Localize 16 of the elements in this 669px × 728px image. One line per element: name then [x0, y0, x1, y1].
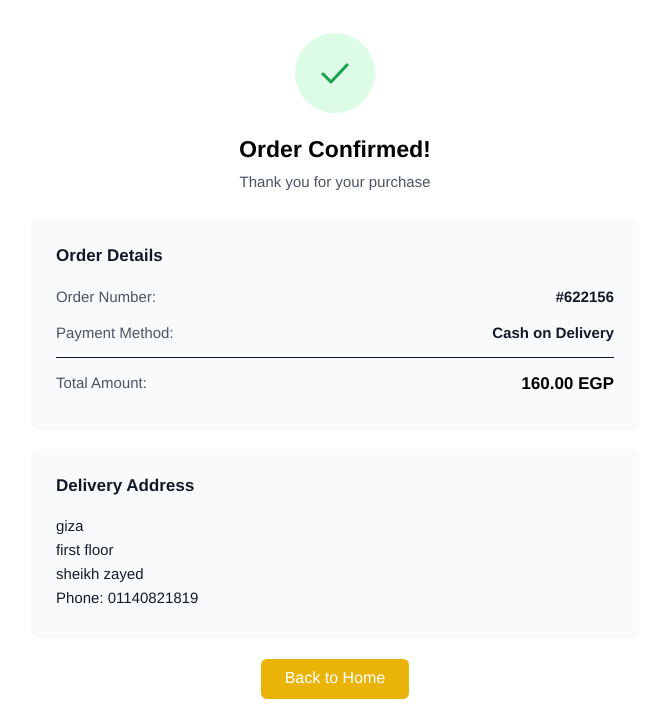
detail-value: #622156	[556, 288, 614, 308]
address-line: first floor	[56, 541, 115, 561]
card-heading: Order Details	[56, 245, 164, 267]
card-heading: Delivery Address	[56, 475, 196, 497]
page-title: Order Confirmed!	[239, 135, 431, 163]
detail-label: Payment Method:	[56, 324, 174, 344]
check-circle-icon	[295, 33, 375, 113]
address-line: Phone: 01140821819	[56, 589, 200, 609]
address-line: sheikh zayed	[56, 565, 145, 585]
detail-label: Order Number:	[56, 288, 156, 308]
back-to-home-button[interactable]: Back to Home	[260, 659, 410, 699]
subtitle-text: Thank you for your purchase	[240, 173, 430, 193]
detail-value: Cash on Delivery	[492, 324, 614, 344]
total-value: 160.00 EGP	[521, 373, 614, 395]
address-line: giza	[56, 517, 85, 537]
detail-label: Total Amount:	[56, 374, 147, 394]
